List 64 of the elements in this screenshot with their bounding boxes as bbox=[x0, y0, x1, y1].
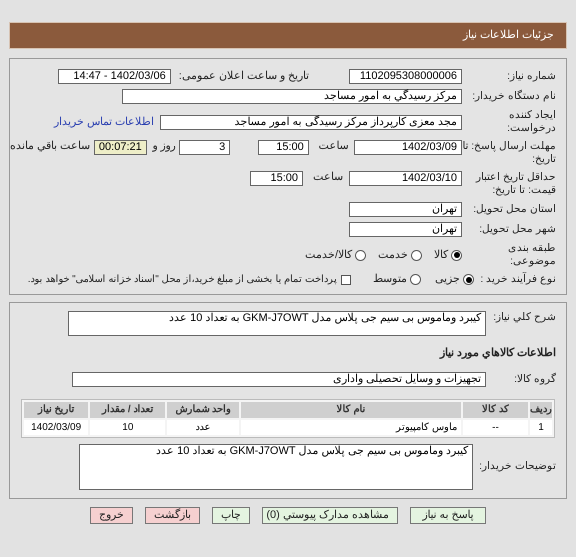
field-label: روز و bbox=[152, 140, 176, 153]
field-label: توضیحات خریدار: bbox=[478, 460, 556, 473]
field-label: نوع فرآیند خرید : bbox=[479, 273, 556, 286]
field-label: ساعت باقي مانده bbox=[10, 140, 90, 153]
field-label: حداقل تاریخ اعتبار قیمت: تا تاریخ: bbox=[474, 171, 556, 197]
text-field[interactable]: 1102095308000006 bbox=[349, 69, 462, 84]
radio-label: کالا bbox=[434, 248, 448, 262]
field-label: ساعت bbox=[318, 140, 348, 153]
field-label: نام دستگاه خریدار: bbox=[471, 90, 556, 103]
column-header: تعداد / مقدار bbox=[90, 402, 166, 418]
buyer-notes-field[interactable]: کیبرد وماموس بی سیم جی پلاس مدل GKM-J7OWT به تعداد 10 عدد bbox=[79, 444, 473, 490]
radio-label: کالا/خدمت bbox=[304, 248, 352, 262]
text-field[interactable]: 1402/03/09 bbox=[354, 140, 462, 155]
text-field[interactable]: 3 bbox=[179, 140, 230, 155]
radio-label: جزیی bbox=[435, 273, 460, 286]
field-label: شماره نیاز: bbox=[506, 70, 556, 83]
table-cell: 10 bbox=[90, 420, 166, 434]
field-label: شرح کلي نياز: bbox=[492, 311, 556, 324]
remaining-time-field[interactable]: 00:07:21 bbox=[94, 140, 147, 155]
column-header: کد کالا bbox=[463, 402, 528, 418]
radio-button[interactable] bbox=[411, 250, 422, 260]
table-cell: عدد bbox=[167, 420, 239, 434]
table-cell: 1 bbox=[530, 420, 552, 434]
action-button[interactable]: چاپ bbox=[212, 506, 250, 524]
action-button[interactable]: پاسخ به نیاز bbox=[410, 506, 486, 524]
field-label: استان محل تحویل: bbox=[472, 203, 556, 216]
column-header: واحد شمارش bbox=[167, 402, 239, 418]
field-label: ساعت bbox=[313, 171, 343, 184]
action-button[interactable]: خروج bbox=[90, 506, 133, 524]
checkbox[interactable] bbox=[341, 274, 351, 284]
radio-button[interactable] bbox=[355, 250, 366, 260]
text-field[interactable]: 1402/03/06 - 14:47 bbox=[58, 69, 171, 84]
field-label: تاریخ و ساعت اعلان عمومی: bbox=[178, 70, 309, 83]
section-heading: اطلاعات کالاهاي مورد نياز bbox=[438, 346, 557, 361]
table-cell: 1402/03/09 bbox=[24, 420, 88, 434]
column-header: نام کالا bbox=[241, 402, 461, 418]
field-label: گروه کالا: bbox=[513, 372, 556, 386]
radio-button[interactable] bbox=[463, 274, 474, 285]
table-cell: ماوس کامپیوتر bbox=[241, 420, 461, 434]
column-header: تاریخ نیاز bbox=[24, 402, 88, 418]
text-field[interactable]: 15:00 bbox=[250, 171, 303, 186]
checkbox-label: پرداخت تمام یا بخشی از مبلغ خرید،از محل "اسناد خزانه اسلامی" خواهد بود. bbox=[28, 273, 337, 286]
field-label: ایجاد کننده درخواست: bbox=[506, 109, 556, 135]
radio-button[interactable] bbox=[451, 250, 462, 260]
summary-field[interactable]: کیبرد وماموس بی سیم جی پلاس مدل GKM-J7OWT به تعداد 10 عدد bbox=[68, 311, 486, 336]
buyer-contact-link[interactable]: اطلاعات تماس خریدار bbox=[54, 114, 154, 130]
field-label: شهر محل تحویل: bbox=[478, 223, 556, 236]
text-field[interactable]: 1402/03/10 bbox=[349, 171, 462, 186]
action-button[interactable]: بازگشت bbox=[145, 506, 200, 524]
radio-label: خدمت bbox=[378, 248, 408, 262]
text-field[interactable]: مجد معزی کارپرداز مرکز رسیدگی به امور مساجد bbox=[160, 114, 462, 130]
text-field[interactable]: تجهیزات و وسایل تحصیلی واداری bbox=[72, 372, 486, 386]
text-field[interactable]: تهران bbox=[349, 202, 462, 217]
radio-button[interactable] bbox=[410, 274, 421, 285]
field-label: طبقه بندی موضوعی: bbox=[507, 242, 556, 268]
action-button[interactable]: مشاهده مدارک پیوستي (0) bbox=[262, 506, 398, 524]
text-field[interactable]: مرکز رسیدگي به امور مساجد bbox=[122, 89, 462, 104]
field-label: مهلت ارسال پاسخ: تا تاریخ: bbox=[462, 140, 556, 166]
column-header: رديف bbox=[530, 402, 552, 418]
table-cell: -- bbox=[463, 420, 528, 434]
header-title: جزئیات اطلاعات نیاز bbox=[462, 28, 554, 44]
radio-label: متوسط bbox=[373, 273, 407, 286]
text-field[interactable]: 15:00 bbox=[258, 140, 309, 155]
text-field[interactable]: تهران bbox=[349, 222, 462, 237]
